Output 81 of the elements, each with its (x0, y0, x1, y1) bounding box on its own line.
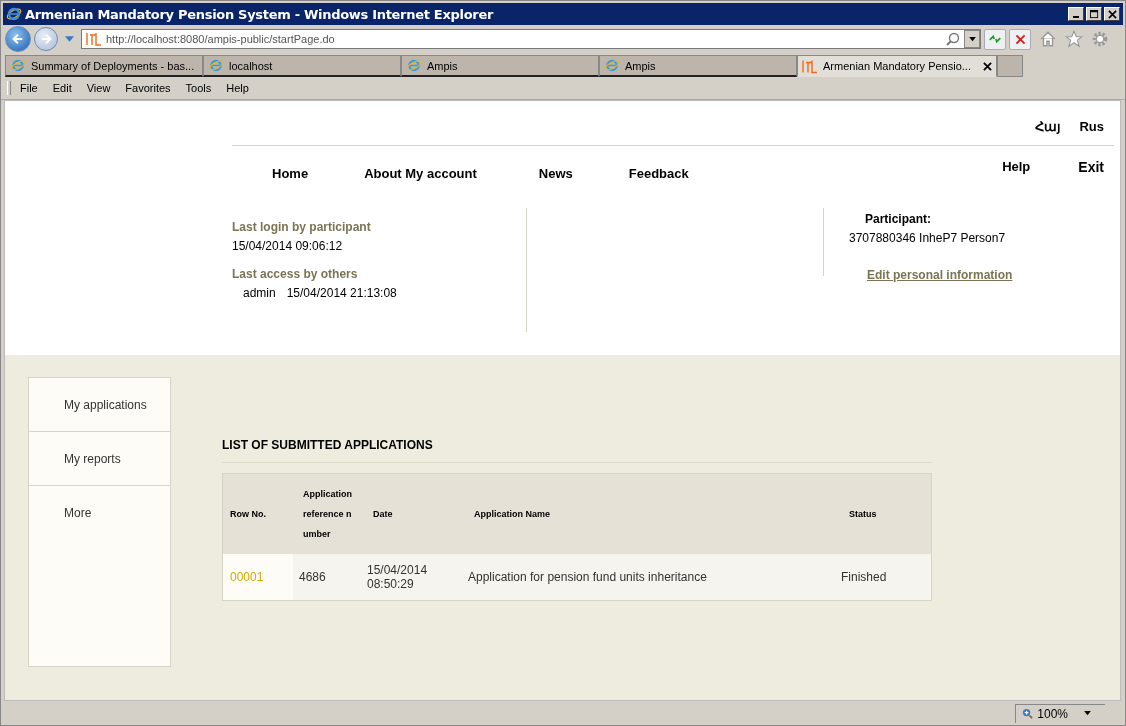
table-cell-text: Application for pension fund units inheritance (468, 570, 708, 584)
browser-tab[interactable]: Armenian Mandatory Pensio... (797, 55, 997, 77)
edit-personal-information-link[interactable]: Edit personal information (867, 268, 1013, 282)
browser-tab[interactable]: localhost (203, 55, 401, 77)
access-time: 15/04/2014 21:13:08 (286, 286, 397, 300)
column-header: Application Name (474, 508, 551, 521)
tab-title: Ampis (427, 59, 459, 72)
access-user: admin (243, 286, 276, 300)
forward-button[interactable] (34, 27, 58, 51)
participant-label: Participant: (865, 212, 932, 226)
minimize-button[interactable] (1068, 7, 1084, 21)
nav-link[interactable]: Feedback (628, 166, 689, 196)
close-icon (983, 61, 992, 71)
menu-item[interactable]: Edit (52, 82, 72, 94)
browser-tab[interactable]: Ampis (599, 55, 797, 77)
tab-title: Armenian Mandatory Pensio... (823, 60, 972, 72)
site-logo-icon (86, 32, 102, 46)
minimize-icon (1073, 16, 1079, 18)
dropdown-button[interactable] (964, 30, 980, 48)
nav-link[interactable]: News (538, 166, 573, 196)
browser-logo-icon (406, 58, 422, 73)
menu-item[interactable]: Tools (185, 82, 212, 94)
caret-icon (968, 36, 976, 42)
browser-tab[interactable]: Ampis (401, 55, 599, 77)
dropdown-arrow-icon[interactable] (65, 35, 74, 43)
language-link[interactable]: Հայ (1035, 119, 1062, 133)
tab-title: Ampis (625, 59, 657, 72)
last-access-label: Last access by others (232, 267, 359, 281)
table-cell-text: 15/04/2014 08:50:29 (367, 563, 429, 591)
close-icon (1107, 9, 1117, 19)
nav-link[interactable]: About My account (364, 166, 477, 196)
address-bar[interactable]: http://localhost:8080/ampis-public/startPage.do (81, 29, 981, 49)
table-cell-text: 4686 (298, 570, 327, 584)
maximize-button[interactable] (1086, 7, 1102, 21)
stop-button[interactable] (1009, 28, 1031, 50)
section-title: LIST OF SUBMITTED APPLICATIONS (222, 438, 932, 463)
site-logo-icon (802, 58, 818, 74)
sidebar-item[interactable]: More (29, 486, 170, 539)
maximize-icon (1089, 9, 1099, 19)
zoom-icon (1022, 708, 1034, 719)
zoom-control[interactable]: 100% (1015, 703, 1105, 723)
star-icon[interactable] (1065, 30, 1083, 48)
column-header: Application reference number (303, 488, 353, 541)
language-link[interactable]: Rus (1079, 119, 1104, 133)
url-text: http://localhost:8080/ampis-public/startPage.do (106, 33, 336, 45)
refresh-arrows-icon (988, 32, 1002, 46)
tab-title: Summary of Deployments - bas... (31, 59, 196, 72)
stop-x-icon (1013, 32, 1027, 46)
last-login-label: Last login by participant (232, 220, 372, 234)
browser-logo-icon (6, 6, 22, 22)
table-cell-text: Finished (841, 570, 888, 584)
menu-item[interactable]: Help (226, 82, 249, 94)
tab-title: localhost (229, 59, 274, 72)
nav-link[interactable]: Help (1002, 159, 1031, 196)
back-arrow-icon (11, 32, 25, 46)
nav-link[interactable]: Home (272, 166, 309, 196)
back-button[interactable] (5, 26, 31, 52)
column-header: Date (373, 508, 394, 521)
zoom-level: 100% (1037, 706, 1068, 721)
sidebar-item[interactable]: My applications (29, 378, 170, 432)
close-tab-button[interactable] (983, 61, 992, 71)
settings-icon[interactable] (1091, 30, 1109, 48)
window-title: Armenian Mandatory Pension System - Windows Internet Explorer (25, 6, 495, 22)
browser-tab[interactable]: Summary of Deployments - bas... (5, 55, 203, 77)
home-icon[interactable] (1039, 30, 1057, 48)
column-header: Status (849, 508, 878, 521)
forward-arrow-icon (39, 32, 53, 46)
menu-item[interactable]: File (20, 82, 38, 94)
caret-icon (1084, 711, 1091, 716)
browser-logo-icon (10, 58, 26, 73)
last-login-value: 15/04/2014 09:06:12 (232, 239, 344, 253)
close-button[interactable] (1104, 7, 1120, 21)
participant-value: 3707880346 InheP7 Person7 (849, 231, 1007, 245)
menu-item[interactable]: Favorites (125, 82, 171, 94)
menu-item[interactable]: View (86, 82, 111, 94)
sidebar-item[interactable]: My reports (29, 432, 170, 486)
nav-link[interactable]: Exit (1078, 159, 1104, 196)
search-icon[interactable] (946, 32, 960, 46)
browser-logo-icon (208, 58, 224, 73)
browser-logo-icon (604, 58, 620, 73)
column-header: Row No. (229, 508, 267, 521)
